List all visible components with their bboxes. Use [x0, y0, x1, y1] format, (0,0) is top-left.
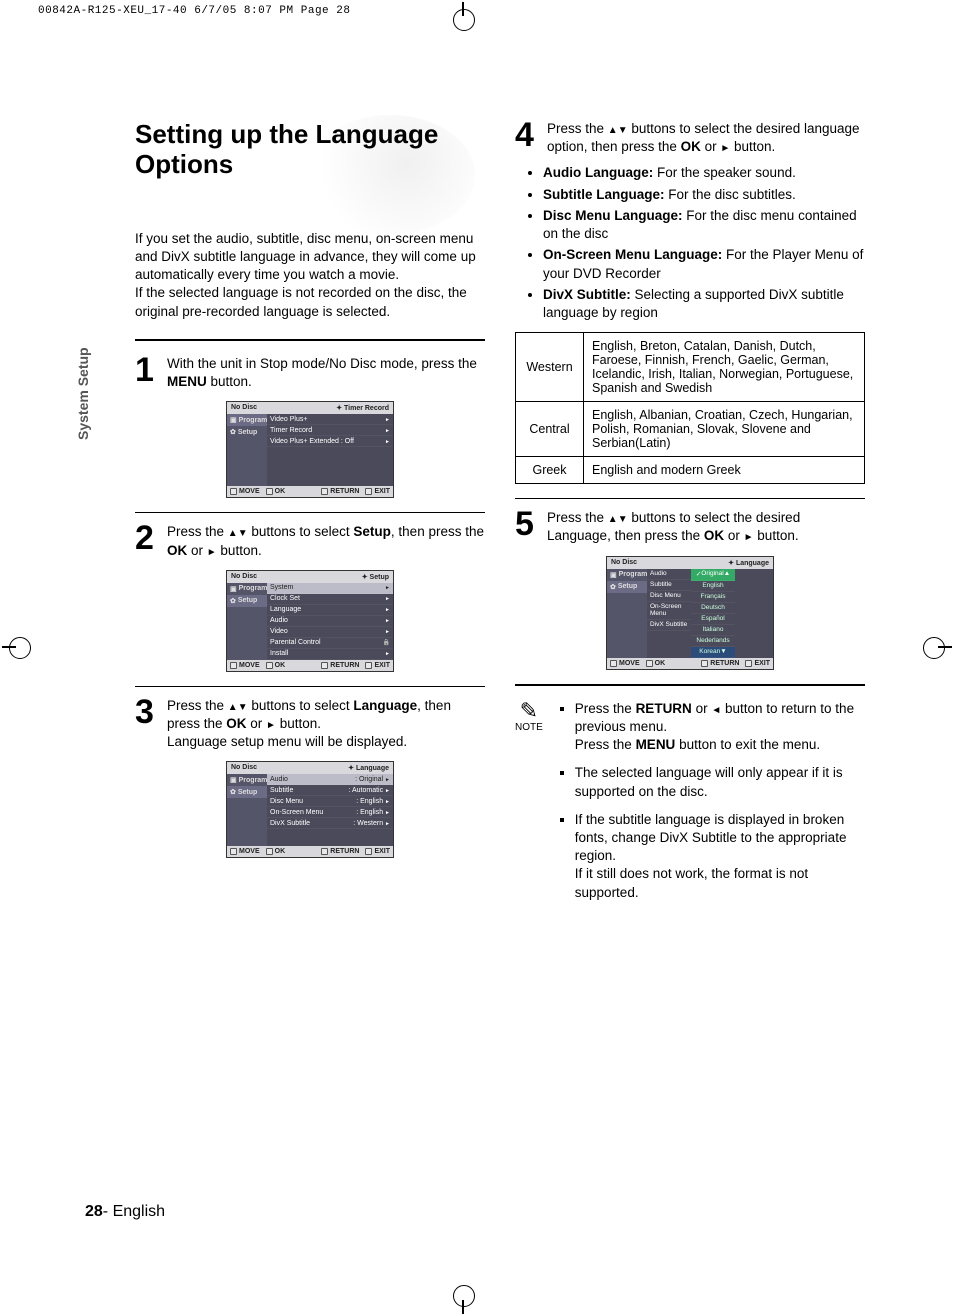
divider	[135, 512, 485, 513]
step-1: 1 With the unit in Stop mode/No Disc mod…	[135, 355, 485, 391]
region-table: WesternEnglish, Breton, Catalan, Danish,…	[515, 332, 865, 484]
right-arrow-icon	[266, 716, 276, 731]
crop-mark-top	[444, 2, 484, 32]
table-row: GreekEnglish and modern Greek	[516, 457, 865, 484]
osd-screenshot-1: No Disc✦ Timer Record Programme Setup Vi…	[226, 401, 394, 498]
left-arrow-icon	[711, 701, 721, 716]
page-title: Setting up the Language Options	[135, 120, 485, 180]
up-arrow-icon	[228, 524, 238, 539]
step-2: 2 Press the buttons to select Setup, the…	[135, 523, 485, 559]
divider	[515, 498, 865, 499]
crop-mark-left	[2, 628, 32, 668]
down-arrow-icon	[618, 121, 628, 136]
step-number: 4	[515, 120, 537, 151]
list-item: Press the RETURN or button to return to …	[575, 700, 865, 755]
note-block: ✎ NOTE Press the RETURN or button to ret…	[515, 700, 865, 912]
step-text: With the unit in Stop mode/No Disc mode,…	[167, 355, 485, 391]
step-number: 3	[135, 697, 157, 728]
osd-screenshot-2: No Disc✦ Setup Programme Setup System Cl…	[226, 570, 394, 672]
table-row: CentralEnglish, Albanian, Croatian, Czec…	[516, 402, 865, 457]
divider	[135, 339, 485, 341]
osd-screenshot-5: No Disc✦ Language Programme Setup Audio …	[606, 556, 774, 670]
up-arrow-icon	[608, 510, 618, 525]
crop-mark-bottom	[444, 1284, 484, 1314]
right-arrow-icon	[207, 543, 217, 558]
step-number: 5	[515, 509, 537, 540]
pencil-icon: ✎	[515, 700, 543, 722]
page-footer: 28- English	[85, 1203, 165, 1221]
down-arrow-icon	[618, 510, 628, 525]
right-column: 4 Press the buttons to select the desire…	[515, 120, 865, 912]
step-number: 2	[135, 523, 157, 554]
note-list: Press the RETURN or button to return to …	[575, 700, 865, 912]
left-column: Setting up the Language Options If you s…	[135, 120, 485, 912]
step-text: Press the buttons to select the desired …	[547, 509, 865, 545]
step-5: 5 Press the buttons to select the desire…	[515, 509, 865, 545]
step-number: 1	[135, 355, 157, 386]
divider	[135, 686, 485, 687]
up-arrow-icon	[228, 698, 238, 713]
intro-paragraph-2: If the selected language is not recorded…	[135, 284, 485, 320]
side-tab: System Setup	[75, 347, 91, 440]
table-row: WesternEnglish, Breton, Catalan, Danish,…	[516, 333, 865, 402]
step-text: Press the buttons to select the desired …	[547, 120, 865, 156]
intro-paragraph-1: If you set the audio, subtitle, disc men…	[135, 230, 485, 285]
step-4: 4 Press the buttons to select the desire…	[515, 120, 865, 156]
print-header: 00842A-R125-XEU_17-40 6/7/05 8:07 PM Pag…	[38, 5, 350, 17]
list-item: If the subtitle language is displayed in…	[575, 811, 865, 902]
step-3: 3 Press the buttons to select Language, …	[135, 697, 485, 752]
note-icon: ✎ NOTE	[515, 700, 543, 912]
right-arrow-icon	[720, 139, 730, 154]
option-list: Audio Language: For the speaker sound. S…	[543, 164, 865, 322]
right-arrow-icon	[744, 528, 754, 543]
page-content: Setting up the Language Options If you s…	[135, 120, 865, 912]
osd-screenshot-3: No Disc✦ Language Programme Setup Audio:…	[226, 761, 394, 858]
up-arrow-icon	[608, 121, 618, 136]
down-arrow-icon	[238, 524, 248, 539]
down-arrow-icon	[238, 698, 248, 713]
step-text: Press the buttons to select Language, th…	[167, 697, 485, 752]
divider	[515, 684, 865, 686]
crop-mark-right	[922, 628, 952, 668]
list-item: The selected language will only appear i…	[575, 764, 865, 800]
step-text: Press the buttons to select Setup, then …	[167, 523, 485, 559]
